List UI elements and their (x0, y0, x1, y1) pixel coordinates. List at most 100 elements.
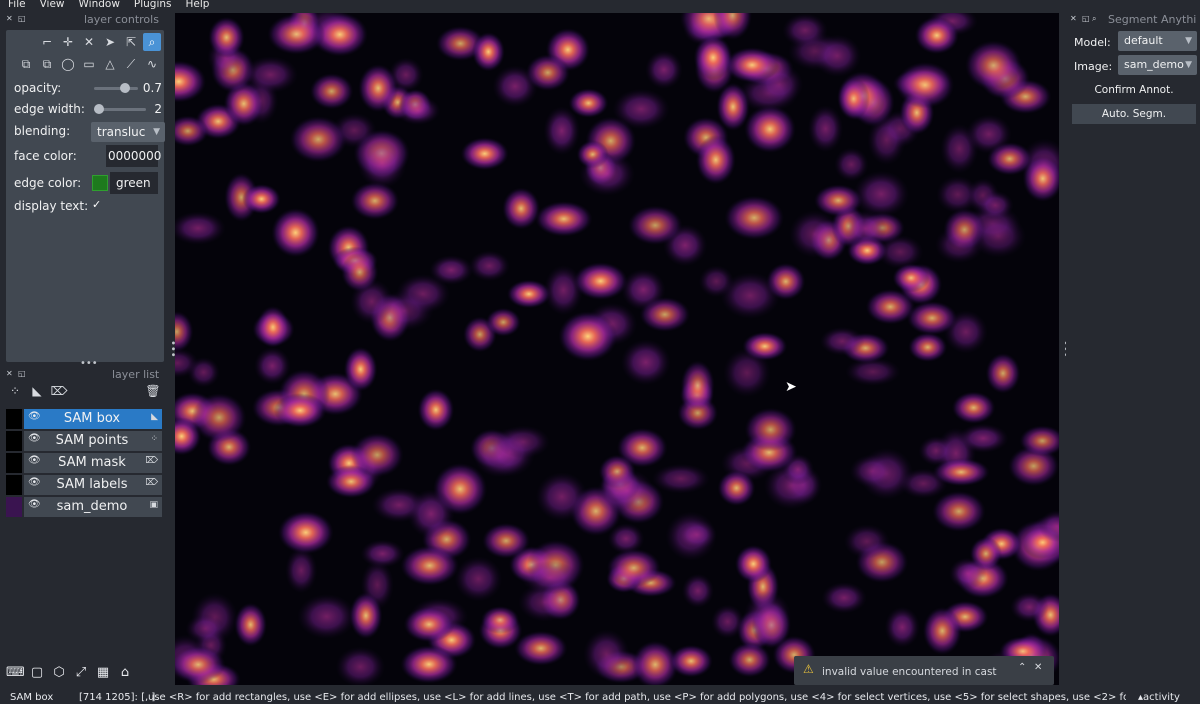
dock-float-icon[interactable]: ◱ (18, 369, 26, 378)
confirm-annot-button[interactable]: Confirm Annot. (1072, 80, 1196, 100)
eye-icon[interactable]: 👁 (28, 433, 41, 444)
ellipse-icon[interactable]: ◯ (59, 55, 77, 73)
nucleus-blob (693, 34, 733, 81)
delete-shape-icon[interactable]: ✕ (80, 33, 98, 51)
grid-icon[interactable]: ▦ (94, 664, 112, 682)
dock-float-icon[interactable]: ◱ (1082, 14, 1090, 23)
edge-width-slider-handle[interactable] (94, 104, 104, 114)
opacity-slider-handle[interactable] (120, 83, 130, 93)
notification-message: invalid value encountered in cast (822, 666, 997, 678)
nucleus-blob (620, 339, 671, 386)
shape-tools-row-2: ⧉ ⧉ ◯ ▭ △ ⟋ ∿ (10, 55, 160, 75)
nucleus-blob (932, 490, 986, 532)
eye-icon[interactable]: 👁 (28, 477, 41, 488)
menu-file[interactable]: File (8, 0, 26, 9)
edge-color-field[interactable]: green (110, 172, 158, 194)
chevron-down-icon: ▼ (153, 127, 160, 137)
select-shape-icon[interactable]: ➤ (101, 33, 119, 51)
new-points-layer-icon[interactable]: ⁘ (6, 382, 24, 400)
path-icon[interactable]: ∿ (143, 55, 161, 73)
new-shapes-layer-icon[interactable]: ◣ (28, 382, 46, 400)
nucleus-blob (844, 210, 887, 247)
image-select[interactable]: sam_demo ▼ (1118, 55, 1197, 75)
nucleus-blob (579, 151, 635, 196)
display-text-checkbox[interactable]: ✓ (92, 199, 104, 211)
nucleus-blob (717, 469, 756, 507)
eye-icon[interactable]: 👁 (28, 411, 41, 422)
dock-close-icon[interactable]: ✕ (6, 14, 13, 23)
nucleus-blob (335, 646, 386, 685)
dock-search-icon[interactable]: ⌕ (1092, 14, 1096, 24)
auto-segm-button[interactable]: Auto. Segm. (1072, 104, 1196, 124)
nucleus-blob (309, 73, 354, 110)
nucleus-blob (375, 290, 434, 331)
layer-thumbnail (6, 475, 22, 495)
dock-close-icon[interactable]: ✕ (6, 369, 13, 378)
delete-vertex-icon[interactable]: ⌐ (38, 33, 56, 51)
nucleus-blob (454, 556, 503, 602)
edge-width-label: edge width: (14, 102, 85, 116)
delete-layer-icon[interactable]: 🗑 (144, 382, 162, 400)
nucleus-blob (480, 606, 520, 634)
warning-icon: ⚠ (803, 662, 814, 676)
chevron-down-icon: ▼ (1185, 36, 1192, 46)
opacity-label: opacity: (14, 81, 62, 95)
move-back-icon[interactable]: ⧉ (17, 55, 35, 73)
image-canvas[interactable] (175, 13, 1059, 685)
eye-icon[interactable]: 👁 (28, 499, 41, 510)
layer-controls-panel: ⌐ ✛ ✕ ➤ ⇱ ⌕ ⧉ ⧉ ◯ ▭ △ ⟋ ∿ opacity: 0.7 e… (6, 30, 165, 362)
nucleus-blob (256, 305, 290, 348)
nucleus-blob (583, 629, 630, 680)
menu-view[interactable]: View (40, 0, 65, 9)
dock-close-icon[interactable]: ✕ (1070, 14, 1077, 23)
expand-icon[interactable]: ⌃ (1018, 662, 1026, 673)
labels-icon: ⌦ (145, 478, 158, 488)
edge-color-swatch[interactable] (92, 175, 108, 191)
nucleus-blob (297, 593, 356, 640)
activity-button[interactable]: ▴activity (1138, 692, 1180, 703)
home-icon[interactable]: ⌂ (116, 664, 134, 682)
layer-row-sam-demo[interactable]: 👁 sam_demo ▣ (6, 497, 162, 517)
roll-dims-icon[interactable]: ⬡ (50, 664, 68, 682)
nucleus-blob (485, 307, 521, 337)
model-select[interactable]: default ▼ (1118, 31, 1197, 51)
transpose-icon[interactable]: ⤢ (72, 664, 90, 682)
face-color-field[interactable]: 0000000 (106, 145, 161, 167)
nucleus-blob (234, 602, 267, 647)
zoom-pan-icon[interactable]: ⌕ (143, 33, 161, 51)
console-icon[interactable]: ⌨ (6, 664, 25, 682)
status-coords: [714 1205]: [, ] (79, 692, 156, 703)
nucleus-blob (814, 184, 863, 217)
edge-width-slider[interactable] (94, 104, 146, 114)
move-front-icon[interactable]: ⧉ (38, 55, 56, 73)
labels-icon: ⌦ (145, 456, 158, 466)
nucleus-blob (175, 60, 207, 103)
nucleus-blob (343, 346, 378, 392)
layer-row-sam-points[interactable]: 👁 SAM points ⁘ (6, 431, 162, 451)
add-vertex-icon[interactable]: ✛ (59, 33, 77, 51)
layer-row-sam-box[interactable]: 👁 SAM box ◣ (6, 409, 162, 429)
dock-float-icon[interactable]: ◱ (18, 14, 26, 23)
line-icon[interactable]: ⟋ (122, 55, 140, 73)
rectangle-icon[interactable]: ▭ (80, 55, 98, 73)
blending-select[interactable]: transluc ▼ (91, 122, 165, 142)
layer-row-sam-mask[interactable]: 👁 SAM mask ⌦ (6, 453, 162, 473)
layer-thumbnail (6, 409, 22, 429)
nucleus-blob (782, 13, 828, 48)
opacity-slider[interactable] (94, 83, 138, 93)
eye-icon[interactable]: 👁 (28, 455, 41, 466)
direct-select-icon[interactable]: ⇱ (122, 33, 140, 51)
close-icon[interactable]: ✕ (1034, 662, 1042, 673)
layer-thumbnail (6, 497, 22, 517)
nucleus-blob (711, 604, 745, 639)
layer-row-sam-labels[interactable]: 👁 SAM labels ⌦ (6, 475, 162, 495)
menu-window[interactable]: Window (79, 0, 120, 9)
menu-help[interactable]: Help (186, 0, 210, 9)
nucleus-blob (208, 16, 245, 58)
nucleus-blob (965, 114, 1012, 154)
polygon-icon[interactable]: △ (101, 55, 119, 73)
menu-plugins[interactable]: Plugins (134, 0, 172, 9)
ndisplay-icon[interactable]: ▢ (28, 664, 46, 682)
nucleus-blob (621, 268, 666, 311)
new-labels-layer-icon[interactable]: ⌦ (50, 382, 68, 400)
